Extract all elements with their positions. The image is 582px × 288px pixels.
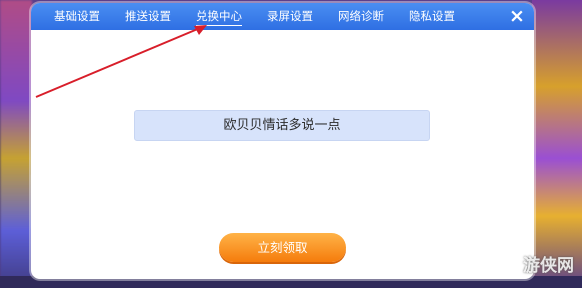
tab-network-diagnosis[interactable]: 网络诊断	[338, 9, 384, 26]
claim-now-button[interactable]: 立刻领取	[219, 233, 346, 262]
tab-push-settings[interactable]: 推送设置	[125, 9, 171, 26]
close-icon[interactable]: ×	[507, 6, 527, 26]
tab-privacy-settings[interactable]: 隐私设置	[409, 9, 455, 26]
settings-dialog: 基础设置 推送设置 兑换中心 录屏设置 网络诊断 隐私设置 × 欧贝贝情话多说一…	[31, 3, 534, 279]
tab-bar: 基础设置 推送设置 兑换中心 录屏设置 网络诊断 隐私设置 ×	[31, 3, 534, 30]
redeem-code-input[interactable]: 欧贝贝情话多说一点	[134, 110, 430, 141]
watermark: 游侠网	[523, 256, 574, 276]
background-right-strip	[532, 0, 582, 288]
tab-redeem-center[interactable]: 兑换中心	[196, 9, 242, 26]
tab-basic-settings[interactable]: 基础设置	[54, 9, 100, 26]
tab-record-settings[interactable]: 录屏设置	[267, 9, 313, 26]
background-left-strip	[0, 0, 32, 288]
